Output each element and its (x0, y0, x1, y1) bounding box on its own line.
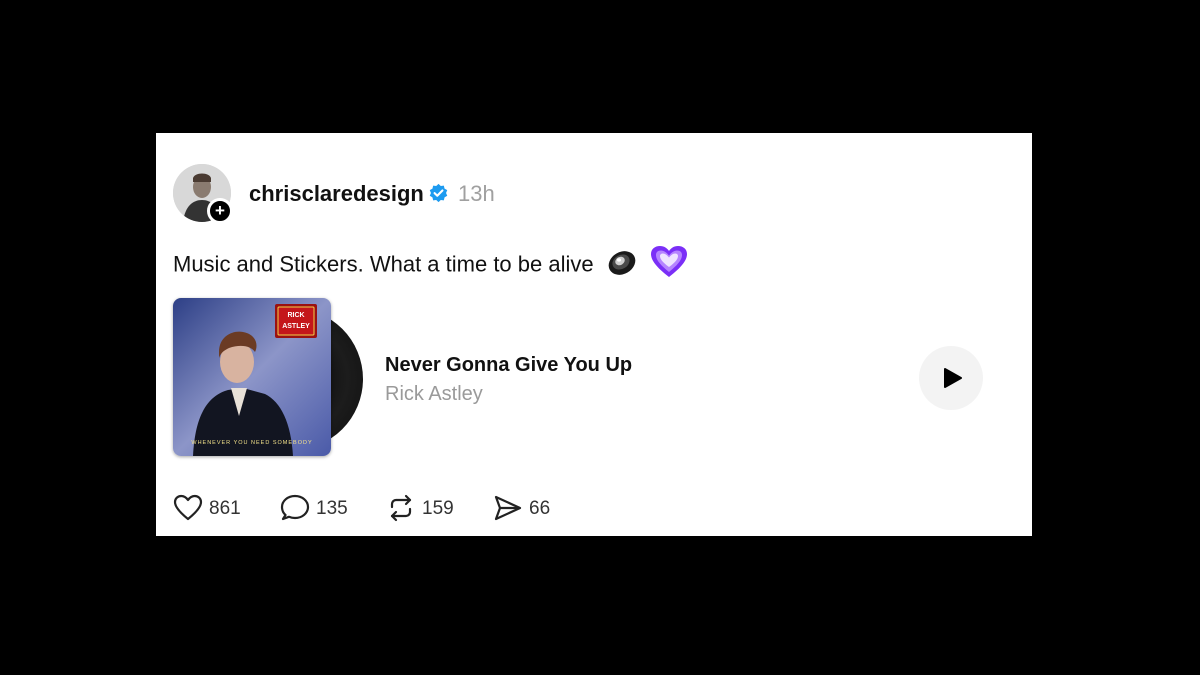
song-title: Never Gonna Give You Up (385, 354, 633, 376)
username[interactable]: chrisclaredesign (249, 181, 424, 207)
verified-badge-icon (428, 183, 449, 204)
repost-icon (390, 494, 412, 522)
like-button[interactable]: 861 (173, 493, 253, 523)
svg-text:WHENEVER YOU NEED SOMEBODY: WHENEVER YOU NEED SOMEBODY (191, 440, 312, 446)
like-count: 861 (209, 498, 241, 519)
reply-button[interactable]: 135 (280, 493, 360, 523)
post-body: Music and Stickers. What a time to be al… (173, 251, 594, 277)
avatar[interactable]: + (173, 164, 233, 224)
heart-icon (173, 494, 203, 521)
music-attachment[interactable]: RICK ASTLEY WHENEVER YOU NEED SOMEBODY N… (173, 298, 983, 460)
play-button[interactable] (919, 346, 983, 410)
post-timestamp[interactable]: 13h (458, 181, 495, 207)
comment-icon (280, 494, 310, 521)
repost-count: 159 (422, 498, 454, 519)
follow-plus-icon[interactable]: + (207, 198, 233, 224)
speaker-icon (606, 247, 638, 284)
repost-button[interactable]: 159 (386, 493, 466, 523)
share-count: 66 (529, 498, 551, 519)
album-cover: RICK ASTLEY WHENEVER YOU NEED SOMEBODY (173, 298, 331, 456)
purple-heart-icon (650, 245, 688, 286)
send-icon (494, 495, 522, 521)
post-card: + chrisclaredesign 13h Music and Sticker… (156, 133, 1032, 536)
play-icon (944, 368, 962, 388)
svg-text:ASTLEY: ASTLEY (282, 323, 310, 330)
share-button[interactable]: 66 (493, 493, 573, 523)
post-text: Music and Stickers. What a time to be al… (173, 245, 688, 286)
song-artist: Rick Astley (385, 383, 483, 405)
reply-count: 135 (316, 498, 348, 519)
svg-text:RICK: RICK (287, 312, 304, 319)
